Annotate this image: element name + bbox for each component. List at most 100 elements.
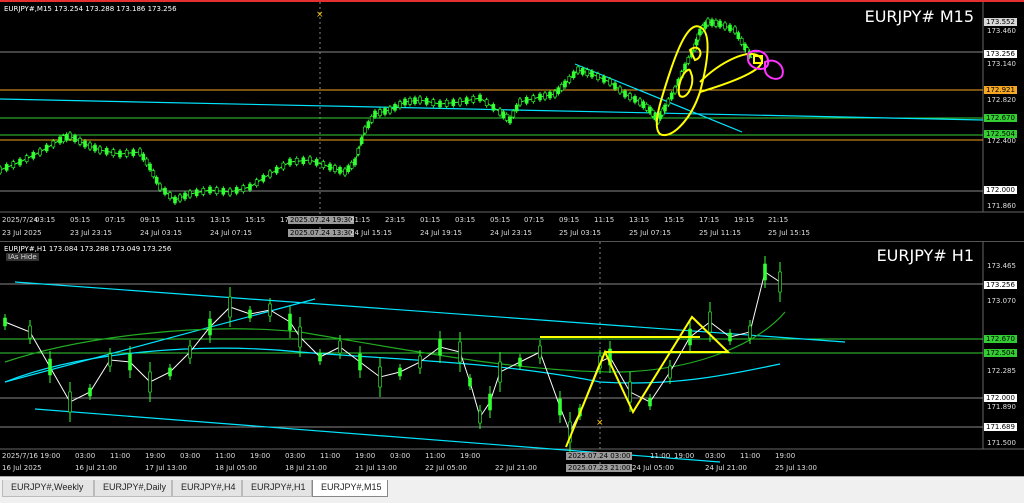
price-badge: 172.921 xyxy=(984,86,1017,94)
m15-candle-body xyxy=(38,148,42,156)
m15-candle-body xyxy=(111,149,116,156)
h1-chart-panel[interactable]: × EURJPY#,H1 173.084 173.288 173.049 173… xyxy=(0,241,1024,476)
time-label: 03:15 xyxy=(455,216,476,224)
m15-candle-body xyxy=(398,101,402,108)
tab-m15[interactable]: EURJPY#,M15 xyxy=(312,480,388,497)
m15-candle-body xyxy=(301,157,306,164)
m15-chart-panel[interactable]: × EURJPY#,M15 173.254 173.288 173.186 17… xyxy=(0,0,1024,240)
indicators-hide-button[interactable]: IAs Hide xyxy=(6,253,39,261)
m15-candle-body xyxy=(644,104,649,111)
h1-candle-body xyxy=(748,325,752,339)
m15-candle-body xyxy=(83,140,87,148)
m15-candle-body xyxy=(498,108,502,116)
m15-symbol-title: EURJPY# M15 xyxy=(864,7,974,26)
m15-candle-body xyxy=(567,76,572,83)
h1-candle-body xyxy=(338,340,342,354)
crosshair-marker: × xyxy=(316,10,324,20)
tab-daily[interactable]: EURJPY#,Daily xyxy=(94,480,172,497)
m15-candle-body xyxy=(61,135,66,142)
m15-candle-body xyxy=(0,166,2,174)
m15-candle-body xyxy=(64,134,69,141)
m15-candle-body xyxy=(471,96,476,103)
tab-h4[interactable]: EURJPY#,H4 xyxy=(172,480,242,497)
h1-candle-body xyxy=(48,358,52,376)
h1-candle-body xyxy=(188,345,192,359)
h1-candle-body xyxy=(438,338,442,356)
time-label: 11:00 xyxy=(110,452,131,460)
m15-candle-body xyxy=(148,163,152,171)
time-label: 19:00 xyxy=(145,452,166,460)
date-label: 23 Jul 23:15 xyxy=(70,229,112,237)
m15-candle-body xyxy=(451,99,456,106)
h1-candle-body xyxy=(418,355,422,369)
m15-candle-body xyxy=(556,87,561,94)
h1-candle-body xyxy=(398,367,402,377)
h1-candle-body xyxy=(778,271,782,293)
crosshair-time-label: 2025.07.24 03:00 xyxy=(566,452,633,460)
date-label: 22 Jul 05:00 xyxy=(425,464,467,472)
h1-candle-body xyxy=(498,361,502,383)
m15-candle-body xyxy=(98,146,102,154)
m15-candle-body xyxy=(543,92,547,100)
time-label: 11:00 xyxy=(320,452,341,460)
m15-candle-body xyxy=(710,19,714,26)
channel-upper xyxy=(14,281,846,343)
m15-candle-body xyxy=(68,132,72,140)
time-label: 07:15 xyxy=(524,216,545,224)
date-label: 24 Jul 07:15 xyxy=(210,229,252,237)
time-label: 19:00 xyxy=(460,452,481,460)
m15-candle-body xyxy=(158,183,162,191)
h1-candle-body xyxy=(288,313,292,331)
time-label: 03:00 xyxy=(705,452,726,460)
price-badge: 172.670 xyxy=(984,114,1017,122)
m15-candle-body xyxy=(723,22,727,30)
chart-tab-bar: EURJPY#,Weekly EURJPY#,Daily EURJPY#,H4 … xyxy=(0,476,1024,503)
tab-h1[interactable]: EURJPY#,H1 xyxy=(242,480,312,497)
time-label: 11:00 xyxy=(650,452,671,460)
time-label: 15:15 xyxy=(245,216,266,224)
time-label: 01:15 xyxy=(420,216,441,224)
time-label: 17:15 xyxy=(699,216,720,224)
m15-candle-body xyxy=(178,194,182,202)
h1-candle-body xyxy=(268,303,272,317)
m15-candle-body xyxy=(576,66,580,74)
m15-candle-body xyxy=(288,158,292,166)
m15-candle-body xyxy=(373,110,377,118)
m15-candle-body xyxy=(518,98,522,106)
time-label: 19:00 xyxy=(355,452,376,460)
time-label: 09:15 xyxy=(559,216,580,224)
price-badge: 172.504 xyxy=(984,130,1017,138)
m15-candle-body xyxy=(548,91,552,99)
h1-candle-body xyxy=(763,263,767,281)
time-label: 11:15 xyxy=(175,216,196,224)
m15-chart-canvas[interactable]: × xyxy=(0,2,1024,240)
time-label: 07:15 xyxy=(105,216,126,224)
m15-candle-body xyxy=(144,158,149,166)
price-badge: 171.689 xyxy=(984,423,1017,431)
m15-candle-body xyxy=(4,164,9,171)
date-label: 18 Jul 05:00 xyxy=(215,464,257,472)
h1-candle-body xyxy=(728,332,732,342)
m15-candle-body xyxy=(538,93,542,101)
m15-candle-body xyxy=(669,92,674,100)
date-label: 25 Jul 13:00 xyxy=(775,464,817,472)
m15-candle-body xyxy=(514,104,519,112)
price-label: 171.860 xyxy=(987,202,1016,210)
m15-candle-body xyxy=(11,161,16,168)
m15-candle-body xyxy=(183,192,187,200)
h1-chart-canvas[interactable]: × xyxy=(0,242,1024,476)
m15-candle-body xyxy=(424,98,429,105)
m15-candle-body xyxy=(31,152,36,159)
m15-candle-body xyxy=(580,68,585,75)
m15-candle-body xyxy=(274,166,279,174)
m15-candle-body xyxy=(666,98,671,106)
tab-weekly[interactable]: EURJPY#,Weekly xyxy=(2,480,94,497)
m15-candle-body xyxy=(173,196,177,204)
m15-candle-body xyxy=(464,97,469,104)
m15-candle-body xyxy=(294,158,299,165)
m15-candle-body xyxy=(383,108,387,115)
h1-candle-body xyxy=(628,381,632,403)
h1-candle-body xyxy=(168,367,172,377)
m15-ohlc-info: EURJPY#,M15 173.254 173.288 173.186 173.… xyxy=(4,5,177,13)
time-label: 15:15 xyxy=(664,216,685,224)
